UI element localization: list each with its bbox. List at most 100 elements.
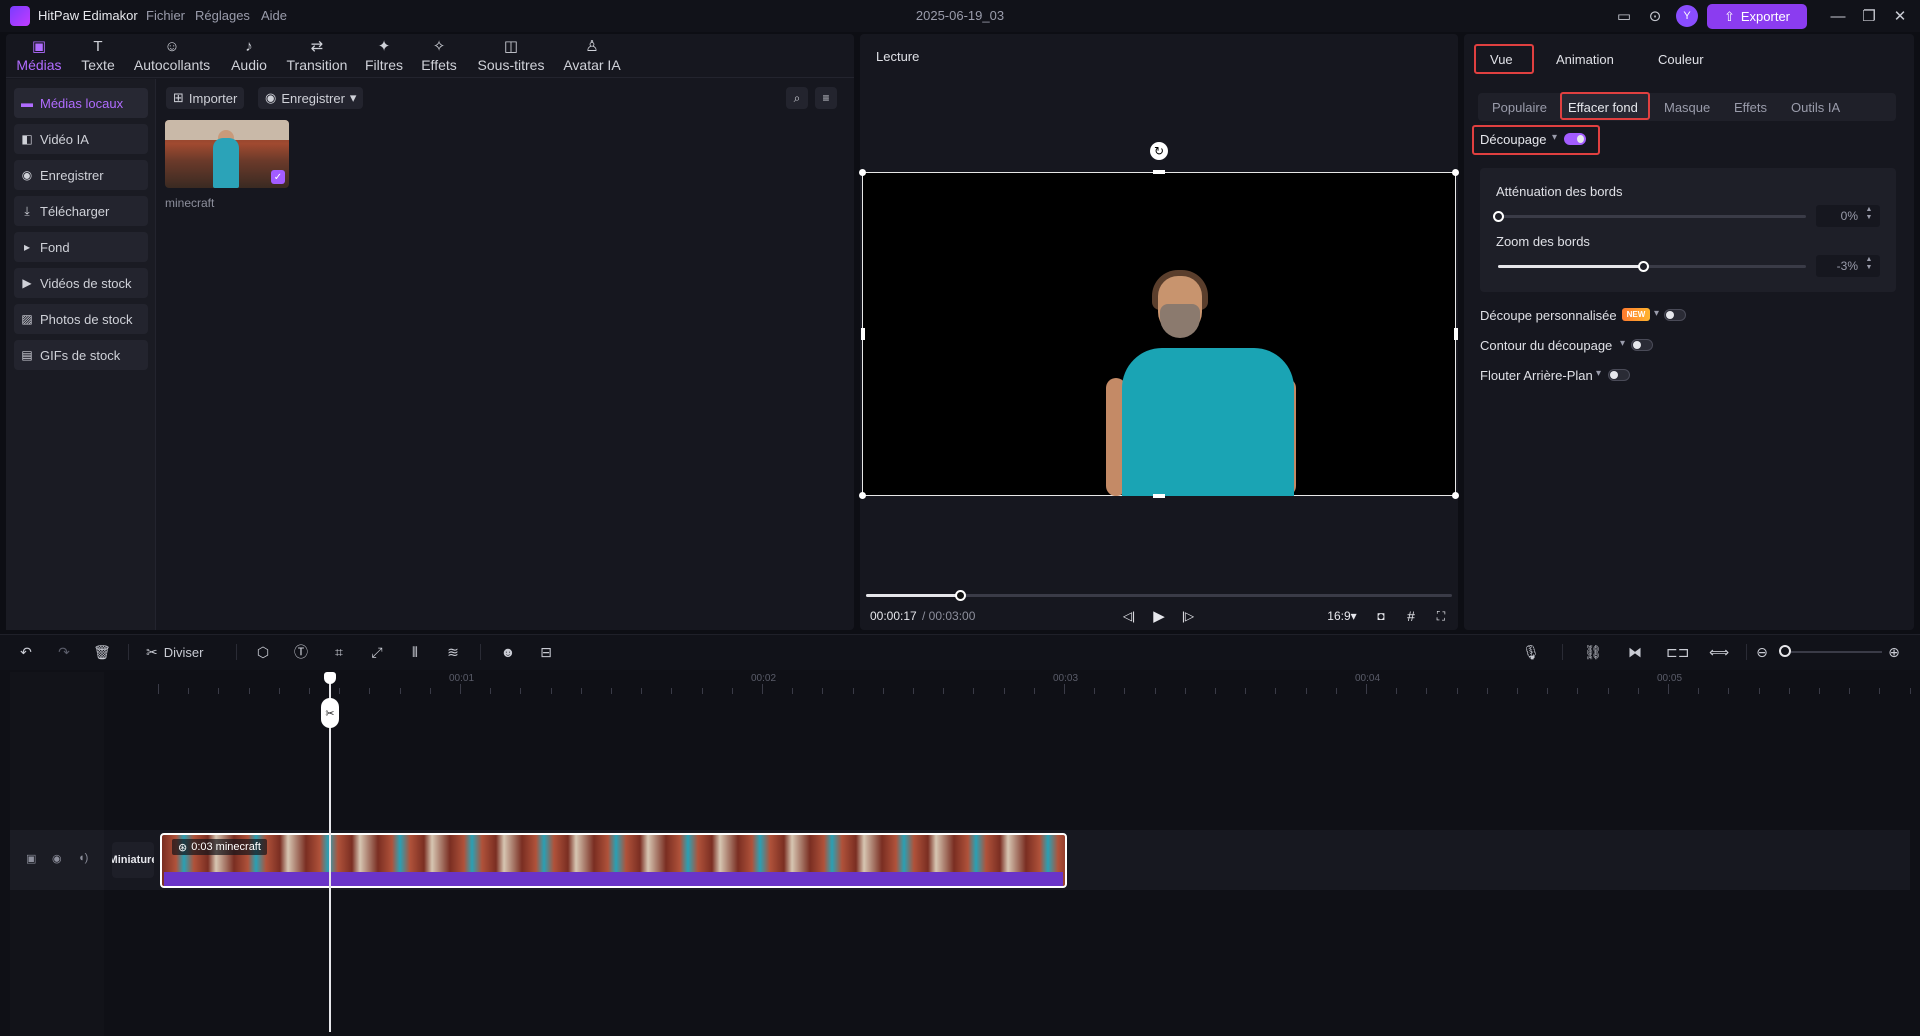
aspect-ratio-select[interactable]: 16:9 ▾ [1322,606,1362,626]
sidebar-item-telecharger[interactable]: ⤓ Télécharger [14,196,148,226]
tab-vue[interactable]: Vue [1490,52,1513,67]
download-icon[interactable]: ⊙ [1645,6,1665,26]
export-clip-icon[interactable]: ⊟ [535,641,557,663]
mirror-icon[interactable]: ⫴ [404,641,426,663]
subtab-effacer-fond[interactable]: Effacer fond [1568,100,1638,115]
resize-handle-left[interactable] [861,328,865,340]
caret-down-icon[interactable]: ▾ [1620,338,1625,349]
speaker-icon[interactable]: ◖) [78,852,88,864]
face-icon[interactable]: ☻ [497,641,519,663]
sidebar-item-videos-de-stock[interactable]: ▶ Vidéos de stock [14,268,148,298]
tab-animation[interactable]: Animation [1556,52,1614,67]
undo-icon[interactable]: ↶ [15,641,37,663]
cutout-toggle[interactable] [1564,133,1586,145]
sidebar-item-video-ia[interactable]: ◧ Vidéo IA [14,124,148,154]
zoom-slider-knob[interactable] [1779,645,1791,657]
track-name[interactable]: Miniature [112,842,154,878]
ruler-tick [1426,688,1428,694]
microphone-icon[interactable]: 🎙︎ [1520,641,1542,663]
import-button[interactable]: ⊞ Importer [166,87,245,109]
ruler-tick [218,688,220,694]
tab-effets[interactable]: ✧ Effets [418,36,460,76]
resize-icon[interactable]: ⤢ [366,641,388,663]
export-button[interactable]: ⇧ Exporter [1707,4,1807,29]
snap-icon[interactable]: ⧓ [1624,641,1646,663]
tab-avatar-ia[interactable]: ♙ Avatar IA [562,36,622,76]
track-lock-icon[interactable]: ▣ [26,852,36,865]
record-dropdown-button[interactable]: ◉ Enregistrer ▾ [258,87,364,109]
check-icon[interactable]: ✓ [271,170,285,184]
snapshot-icon[interactable]: ◘ [1371,606,1391,626]
grid-icon[interactable]: # [1401,606,1421,626]
text-tool-icon[interactable]: Ⓣ [290,641,312,663]
resize-handle-top-left[interactable] [859,169,866,176]
search-icon[interactable]: ⌕ [786,87,808,109]
zoom-out-icon[interactable]: ⊖ [1751,641,1773,663]
sort-icon[interactable]: ≡ [815,87,837,109]
sidebar-item-enregistrer[interactable]: ◉ Enregistrer [14,160,148,190]
tab-filtres[interactable]: ✦ Filtres [364,36,404,76]
marker-icon[interactable]: ⬡ [252,641,274,663]
resize-handle-top-right[interactable] [1452,169,1459,176]
caret-down-icon[interactable]: ▾ [1552,132,1557,143]
subtab-populaire[interactable]: Populaire [1492,100,1547,115]
tab-medias[interactable]: ▣ Médias [16,36,62,76]
subtab-masque[interactable]: Masque [1664,100,1710,115]
edge-zoom-slider-knob[interactable] [1637,261,1649,272]
ruler-tick [1668,684,1669,694]
fit-icon[interactable]: ⟺ [1708,641,1730,663]
avatar[interactable]: Y [1676,5,1698,27]
playhead-handle[interactable] [324,672,336,684]
zoom-slider-track[interactable] [1786,651,1882,653]
feather-slider-track[interactable] [1498,215,1806,218]
resize-handle-bottom-right[interactable] [1452,492,1459,499]
custom-cutout-toggle[interactable] [1664,309,1686,321]
minimize-icon[interactable]: — [1824,5,1852,27]
sidebar-item-gifs-de-stock[interactable]: ▤ GIFs de stock [14,340,148,370]
rotate-icon[interactable]: ↻ [1150,142,1168,160]
delete-icon[interactable]: 🗑︎ [91,641,113,663]
scissors-icon[interactable]: ✂ [321,698,339,728]
crop-icon[interactable]: ⌗ [328,641,350,663]
tab-transition[interactable]: ⇄ Transition [284,36,350,76]
tab-couleur[interactable]: Couleur [1658,52,1704,67]
resize-handle-bottom[interactable] [1153,494,1165,498]
resize-handle-bottom-left[interactable] [859,492,866,499]
play-icon[interactable]: ▶ [1149,606,1169,626]
prev-frame-icon[interactable]: ◁| [1119,606,1139,626]
feather-spin-icon[interactable]: ▲ ▼ [1864,206,1874,222]
tab-sous-titres[interactable]: ◫ Sous-titres [474,36,548,76]
close-icon[interactable]: ✕ [1886,5,1914,27]
subtab-effets[interactable]: Effets [1734,100,1767,115]
sidebar-item-medias-locaux[interactable]: ▬ Médias locaux [14,88,148,118]
resize-handle-right[interactable] [1454,328,1458,340]
split-button[interactable]: ✂ Diviser [146,641,203,663]
media-thumbnail[interactable]: ✓ [165,120,289,188]
edge-zoom-spin-icon[interactable]: ▲ ▼ [1864,256,1874,272]
redo-icon[interactable]: ↷ [53,641,75,663]
feedback-icon[interactable]: ▭ [1614,6,1634,26]
resize-handle-top[interactable] [1153,170,1165,174]
tab-autocollants[interactable]: ☺ Autocollants [132,36,212,76]
subtab-outils-ia[interactable]: Outils IA [1791,100,1840,115]
eye-icon[interactable]: ◉ [52,852,62,865]
caret-down-icon[interactable]: ▾ [1596,368,1601,379]
cutout-outline-toggle[interactable] [1631,339,1653,351]
next-frame-icon[interactable]: |▷ [1178,606,1198,626]
sidebar-item-fond[interactable]: ▸ Fond [14,232,148,262]
caret-down-icon[interactable]: ▾ [1654,308,1659,319]
playback-progress-knob[interactable] [954,590,966,601]
fullscreen-icon[interactable]: ⛶ [1431,606,1451,626]
align-icon[interactable]: ≋ [442,641,464,663]
tab-audio[interactable]: ♪ Audio [228,36,270,76]
time-ruler[interactable] [158,670,1920,694]
restore-icon[interactable]: ❐ [1855,5,1883,27]
zoom-in-icon[interactable]: ⊕ [1883,641,1905,663]
feather-slider-knob[interactable] [1493,211,1504,222]
sidebar-item-photos-de-stock[interactable]: ▨ Photos de stock [14,304,148,334]
link-icon[interactable]: ⛓ [1582,641,1604,663]
blur-background-toggle[interactable] [1608,369,1630,381]
trim-icon[interactable]: ⊏⊐ [1666,641,1689,663]
playhead[interactable] [329,676,331,1032]
tab-texte[interactable]: T Texte [78,36,118,76]
